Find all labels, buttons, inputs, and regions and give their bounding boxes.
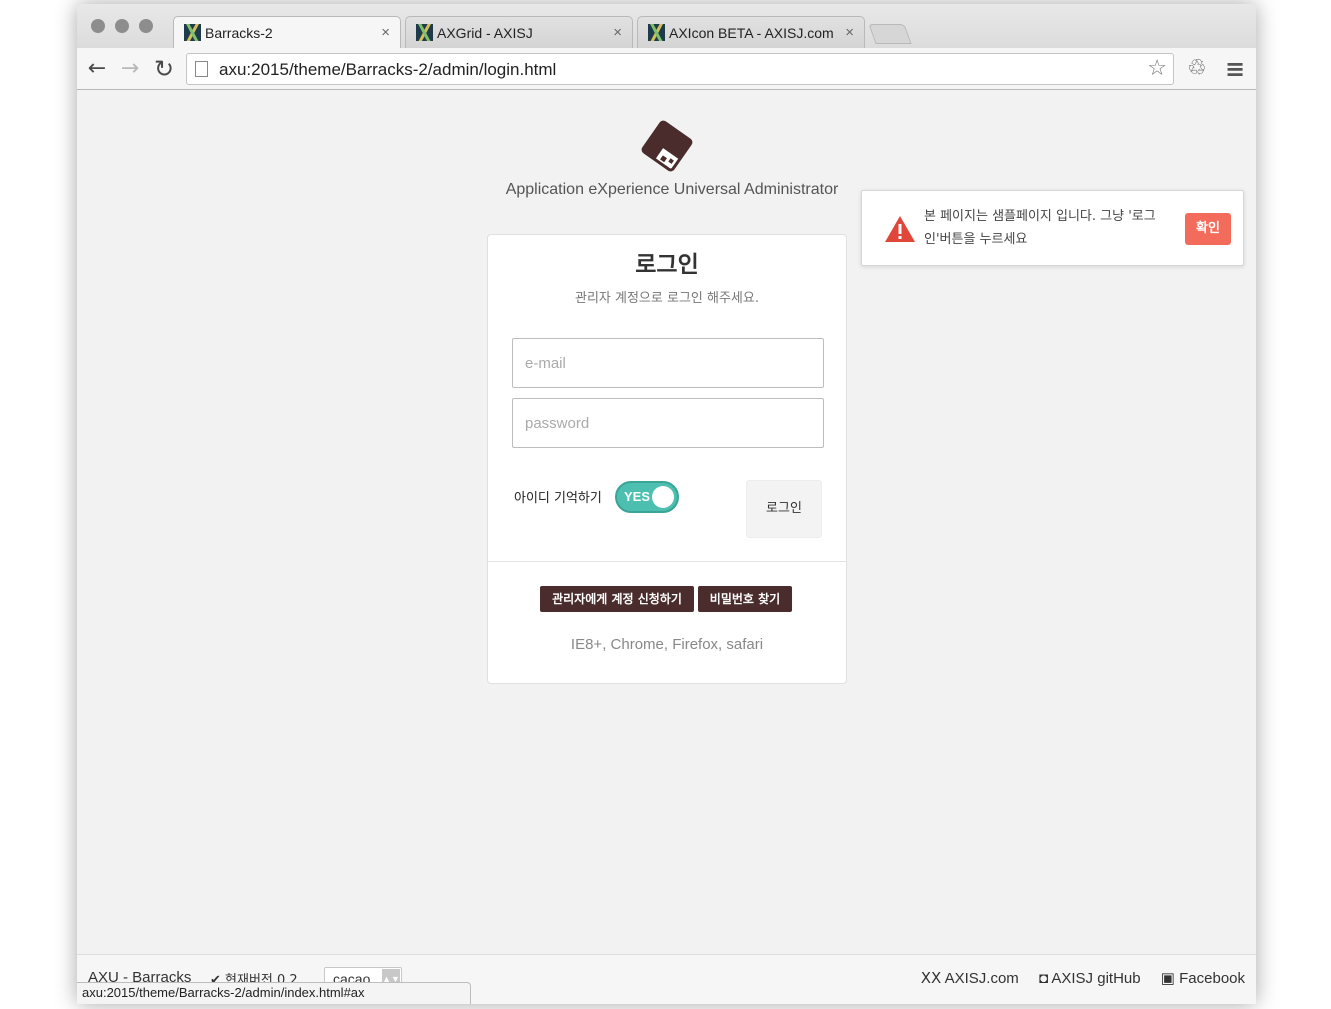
recycle-extension-icon[interactable]: ♲ (1187, 57, 1207, 81)
password-input[interactable] (512, 398, 824, 448)
toggle-knob (652, 486, 674, 508)
remember-id-toggle[interactable]: YES (615, 481, 679, 513)
forward-arrow-icon[interactable]: → (117, 56, 143, 82)
login-button[interactable]: 로그인 (746, 480, 822, 538)
warning-icon (885, 216, 915, 242)
status-bar-url: axu:2015/theme/Barracks-2/admin/index.ht… (77, 982, 471, 1004)
browser-window: Barracks-2 × AXGrid - AXISJ × AXIcon BET… (77, 4, 1256, 1004)
supported-browsers-text: IE8+, Chrome, Firefox, safari (570, 636, 764, 653)
login-panel: 로그인 관리자 계정으로 로그인 해주세요. 아이디 기억하기 YES 로그인 … (487, 234, 847, 684)
github-icon: ◘ (1038, 970, 1049, 987)
toggle-state-text: YES (624, 489, 651, 504)
new-tab-button[interactable] (868, 24, 912, 44)
close-window-button[interactable] (91, 19, 105, 33)
tab-close-icon[interactable]: × (381, 24, 390, 41)
facebook-icon: ▣ (1160, 970, 1175, 987)
maximize-window-button[interactable] (139, 19, 153, 33)
login-subtitle: 관리자 계정으로 로그인 해주세요. (575, 291, 759, 306)
email-input[interactable] (512, 338, 824, 388)
login-title: 로그인 (635, 252, 699, 278)
page-content: Application eXperience Universal Adminis… (77, 90, 1256, 1004)
divider (488, 561, 846, 562)
find-password-button[interactable]: 비밀번호 찾기 (698, 586, 792, 612)
facebook-link[interactable]: ▣ Facebook (1161, 970, 1245, 987)
tab-barracks[interactable]: Barracks-2 × (173, 16, 401, 48)
address-bar[interactable]: axu:2015/theme/Barracks-2/admin/login.ht… (186, 53, 1174, 85)
github-link[interactable]: ◘ AXISJ gitHub (1039, 970, 1141, 987)
sample-page-alert: 본 페이지는 샘플페이지 입니다. 그냥 '로그인'버튼을 누르세요 확인 (861, 190, 1244, 266)
tab-title: AXGrid - AXISJ (437, 24, 533, 41)
menu-icon[interactable]: ≡ (1225, 57, 1245, 81)
axisj-favicon-icon (648, 24, 665, 41)
footer-links: ⅩⅩ AXISJ.com ◘ AXISJ gitHub ▣ Facebook (905, 969, 1245, 987)
address-url[interactable]: axu:2015/theme/Barracks-2/admin/login.ht… (219, 60, 556, 80)
tab-close-icon[interactable]: × (613, 24, 622, 41)
tab-close-icon[interactable]: × (845, 24, 854, 41)
back-arrow-icon[interactable]: ← (84, 56, 110, 82)
browser-toolbar: ← → ↻ axu:2015/theme/Barracks-2/admin/lo… (77, 48, 1256, 90)
tab-title: Barracks-2 (205, 24, 273, 41)
confirm-button[interactable]: 확인 (1185, 213, 1231, 245)
remember-id-label: 아이디 기억하기 (514, 491, 602, 506)
request-account-button[interactable]: 관리자에게 계정 신청하기 (540, 586, 694, 612)
page-icon (195, 61, 208, 77)
axisj-logo-icon: ⅩⅩ (920, 970, 942, 987)
app-logo-icon (641, 120, 693, 172)
tab-title: AXIcon BETA - AXISJ.com (669, 24, 834, 41)
axisj-link[interactable]: ⅩⅩ AXISJ.com (921, 970, 1019, 987)
tab-axgrid[interactable]: AXGrid - AXISJ × (405, 16, 633, 48)
tab-axicon[interactable]: AXIcon BETA - AXISJ.com × (637, 16, 865, 48)
bookmark-star-icon[interactable]: ☆ (1147, 56, 1167, 81)
axisj-favicon-icon (416, 24, 433, 41)
minimize-window-button[interactable] (115, 19, 129, 33)
alert-message: 본 페이지는 샘플페이지 입니다. 그냥 '로그인'버튼을 누르세요 (924, 209, 1156, 247)
reload-icon[interactable]: ↻ (151, 56, 177, 82)
tab-strip: Barracks-2 × AXGrid - AXISJ × AXIcon BET… (77, 4, 1256, 48)
axisj-favicon-icon (184, 24, 201, 41)
